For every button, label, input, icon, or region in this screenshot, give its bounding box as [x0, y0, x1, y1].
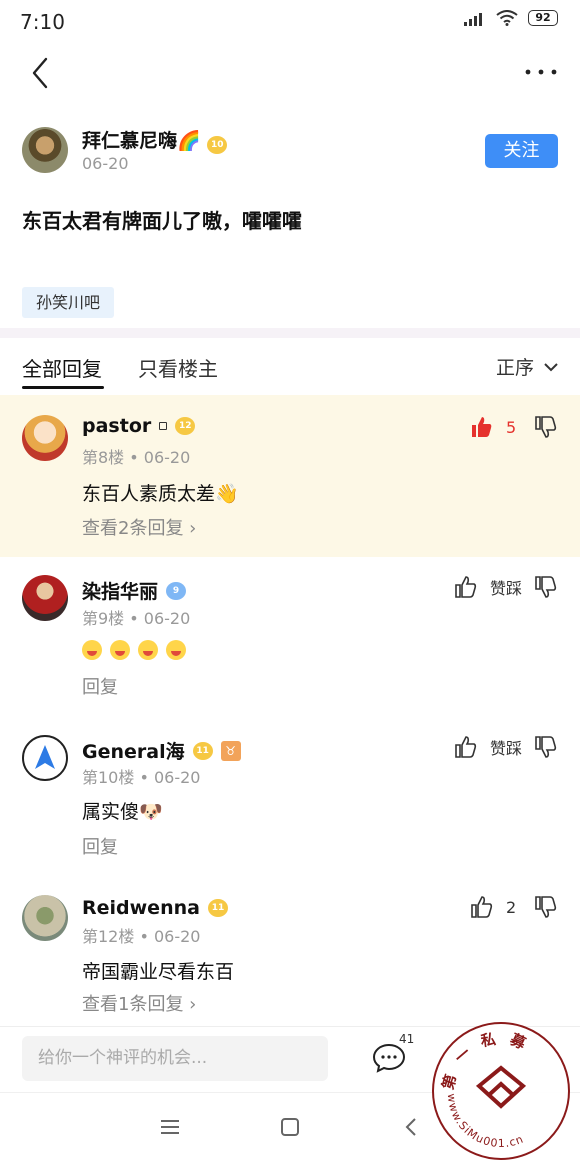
taurus-zodiac-icon: ♉	[220, 740, 241, 761]
chevron-down-icon	[544, 362, 558, 371]
level-badge: 11	[207, 899, 228, 917]
thumbs-up-icon[interactable]	[454, 575, 478, 599]
laughing-emoji-icon	[82, 640, 102, 660]
commenter-name-text: General海	[82, 741, 185, 763]
status-time: 7:10	[20, 10, 65, 34]
commenter-name[interactable]: Reidwenna 11	[82, 897, 228, 919]
floor-label: 第10楼	[82, 768, 135, 787]
commenter-avatar[interactable]	[22, 735, 68, 781]
thumbs-up-icon[interactable]	[470, 415, 494, 439]
battery-indicator: 92	[528, 10, 558, 26]
svg-text:第一私募: 第一私募	[439, 1029, 540, 1092]
follow-button[interactable]: 关注	[485, 134, 558, 168]
menu-icon[interactable]	[160, 1119, 180, 1135]
thumbs-down-icon[interactable]	[534, 735, 558, 759]
tab-all-replies[interactable]: 全部回复	[22, 353, 102, 382]
comment-meta: 第10楼 • 06-20	[82, 768, 201, 787]
active-tab-indicator	[22, 386, 104, 389]
commenter-name-text: Reidwenna	[82, 897, 200, 919]
view-replies-label: 查看1条回复	[82, 994, 184, 1015]
view-replies-label: 查看2条回复	[82, 518, 184, 539]
level-badge: 11	[192, 741, 213, 760]
floor-label: 第12楼	[82, 927, 135, 946]
more-options-icon[interactable]	[524, 64, 558, 80]
reply-link[interactable]: 回复	[82, 833, 118, 859]
thumbs-down-icon[interactable]	[534, 895, 558, 919]
watermark-logo: 第一私募 www.SiMu001.cn	[439, 1029, 540, 1150]
comment-date: 06-20	[153, 927, 201, 946]
poster-avatar[interactable]	[22, 127, 68, 173]
comment-bubble-icon[interactable]	[372, 1043, 406, 1073]
nav-back-icon[interactable]	[404, 1117, 418, 1137]
comment-actions: 2	[470, 895, 558, 919]
comment-meta: 第9楼 • 06-20	[82, 609, 191, 628]
comment-date: 06-20	[143, 609, 191, 628]
comment-text: 属实傻🐶	[82, 801, 163, 823]
laughing-emoji-icon	[110, 640, 130, 660]
comment-input[interactable]: 给你一个神评的机会...	[22, 1036, 328, 1081]
level-badge: 9	[166, 581, 187, 600]
comment-count-badge: 41	[399, 1032, 415, 1046]
svg-text:www.SiMu001.cn: www.SiMu001.cn	[445, 1093, 526, 1150]
commenter-name-text: 染指华丽	[82, 581, 159, 603]
commenter-name-text: pastor	[82, 415, 152, 437]
laughing-emoji-icon	[138, 640, 158, 660]
reply-link[interactable]: 回复	[82, 673, 118, 699]
commenter-name[interactable]: 染指华丽 9	[82, 577, 187, 604]
post-content: 东百太君有牌面儿了嗷，嚯嚯嚯	[22, 209, 302, 233]
view-replies-link[interactable]: 查看2条回复 ›	[82, 514, 196, 540]
sort-label: 正序	[495, 357, 534, 379]
commenter-avatar[interactable]	[22, 415, 68, 461]
comment-date: 06-20	[143, 448, 191, 467]
watermark-top-text: 第一私募	[439, 1029, 528, 1092]
thumbs-up-icon[interactable]	[470, 895, 494, 919]
like-label: 赞踩	[489, 579, 522, 598]
poster-name-text: 拜仁慕尼嗨🌈	[82, 130, 201, 152]
comment-meta: 第8楼 • 06-20	[82, 448, 191, 467]
sort-dropdown[interactable]: 正序	[496, 353, 558, 380]
comment-meta: 第12楼 • 06-20	[82, 927, 201, 946]
floor-label: 第8楼	[82, 448, 125, 467]
tab-owner-only[interactable]: 只看楼主	[138, 353, 218, 382]
watermark-stamp: 第一私募 www.SiMu001.cn	[432, 1022, 570, 1160]
like-count: 2	[506, 897, 517, 917]
comment-text: 东百人素质太差👋	[82, 483, 239, 505]
badge-icon	[159, 422, 168, 430]
comment-date: 06-20	[153, 768, 201, 787]
poster-name[interactable]: 拜仁慕尼嗨🌈 10	[82, 126, 228, 154]
thumbs-down-icon[interactable]	[534, 575, 558, 599]
forum-tag[interactable]: 孙笑川吧	[22, 287, 115, 318]
commenter-name[interactable]: pastor 12	[82, 415, 196, 437]
navigation-arrow-icon	[35, 745, 55, 769]
wifi-icon	[496, 10, 518, 26]
comment-item: 染指华丽 9 第9楼 • 06-20 回复 赞踩	[0, 557, 580, 717]
like-label: 赞踩	[489, 739, 522, 758]
status-icons: 92	[464, 10, 558, 26]
comment-text: 帝国霸业尽看东百	[82, 961, 235, 983]
comment-item: pastor 12 第8楼 • 06-20 东百人素质太差👋 查看2条回复 › …	[0, 395, 580, 557]
thumbs-down-icon[interactable]	[534, 415, 558, 439]
thumbs-up-icon[interactable]	[454, 735, 478, 759]
post-date: 06-20	[82, 154, 129, 173]
level-badge: 12	[175, 417, 196, 435]
floor-label: 第9楼	[82, 609, 125, 628]
like-count: 5	[506, 417, 517, 437]
home-icon[interactable]	[280, 1117, 300, 1137]
comment-item: Reidwenna 11 第12楼 • 06-20 帝国霸业尽看东百 查看1条回…	[0, 877, 580, 1026]
commenter-name[interactable]: General海 11 ♉	[82, 737, 241, 764]
view-replies-link[interactable]: 查看1条回复 ›	[82, 990, 196, 1016]
commenter-avatar[interactable]	[22, 895, 68, 941]
section-divider	[0, 328, 580, 338]
laughing-emoji-icon	[166, 640, 186, 660]
signal-icon	[464, 13, 482, 26]
comment-actions: 5	[470, 415, 558, 439]
comment-emojis	[82, 640, 194, 665]
commenter-avatar[interactable]	[22, 575, 68, 621]
back-button[interactable]	[22, 55, 58, 91]
level-badge: 10	[207, 136, 228, 154]
comment-actions: 赞踩	[454, 575, 558, 599]
comment-actions: 赞踩	[454, 735, 558, 759]
watermark-url-text: www.SiMu001.cn	[445, 1093, 525, 1150]
comment-item: General海 11 ♉ 第10楼 • 06-20 属实傻🐶 回复 赞踩	[0, 717, 580, 877]
